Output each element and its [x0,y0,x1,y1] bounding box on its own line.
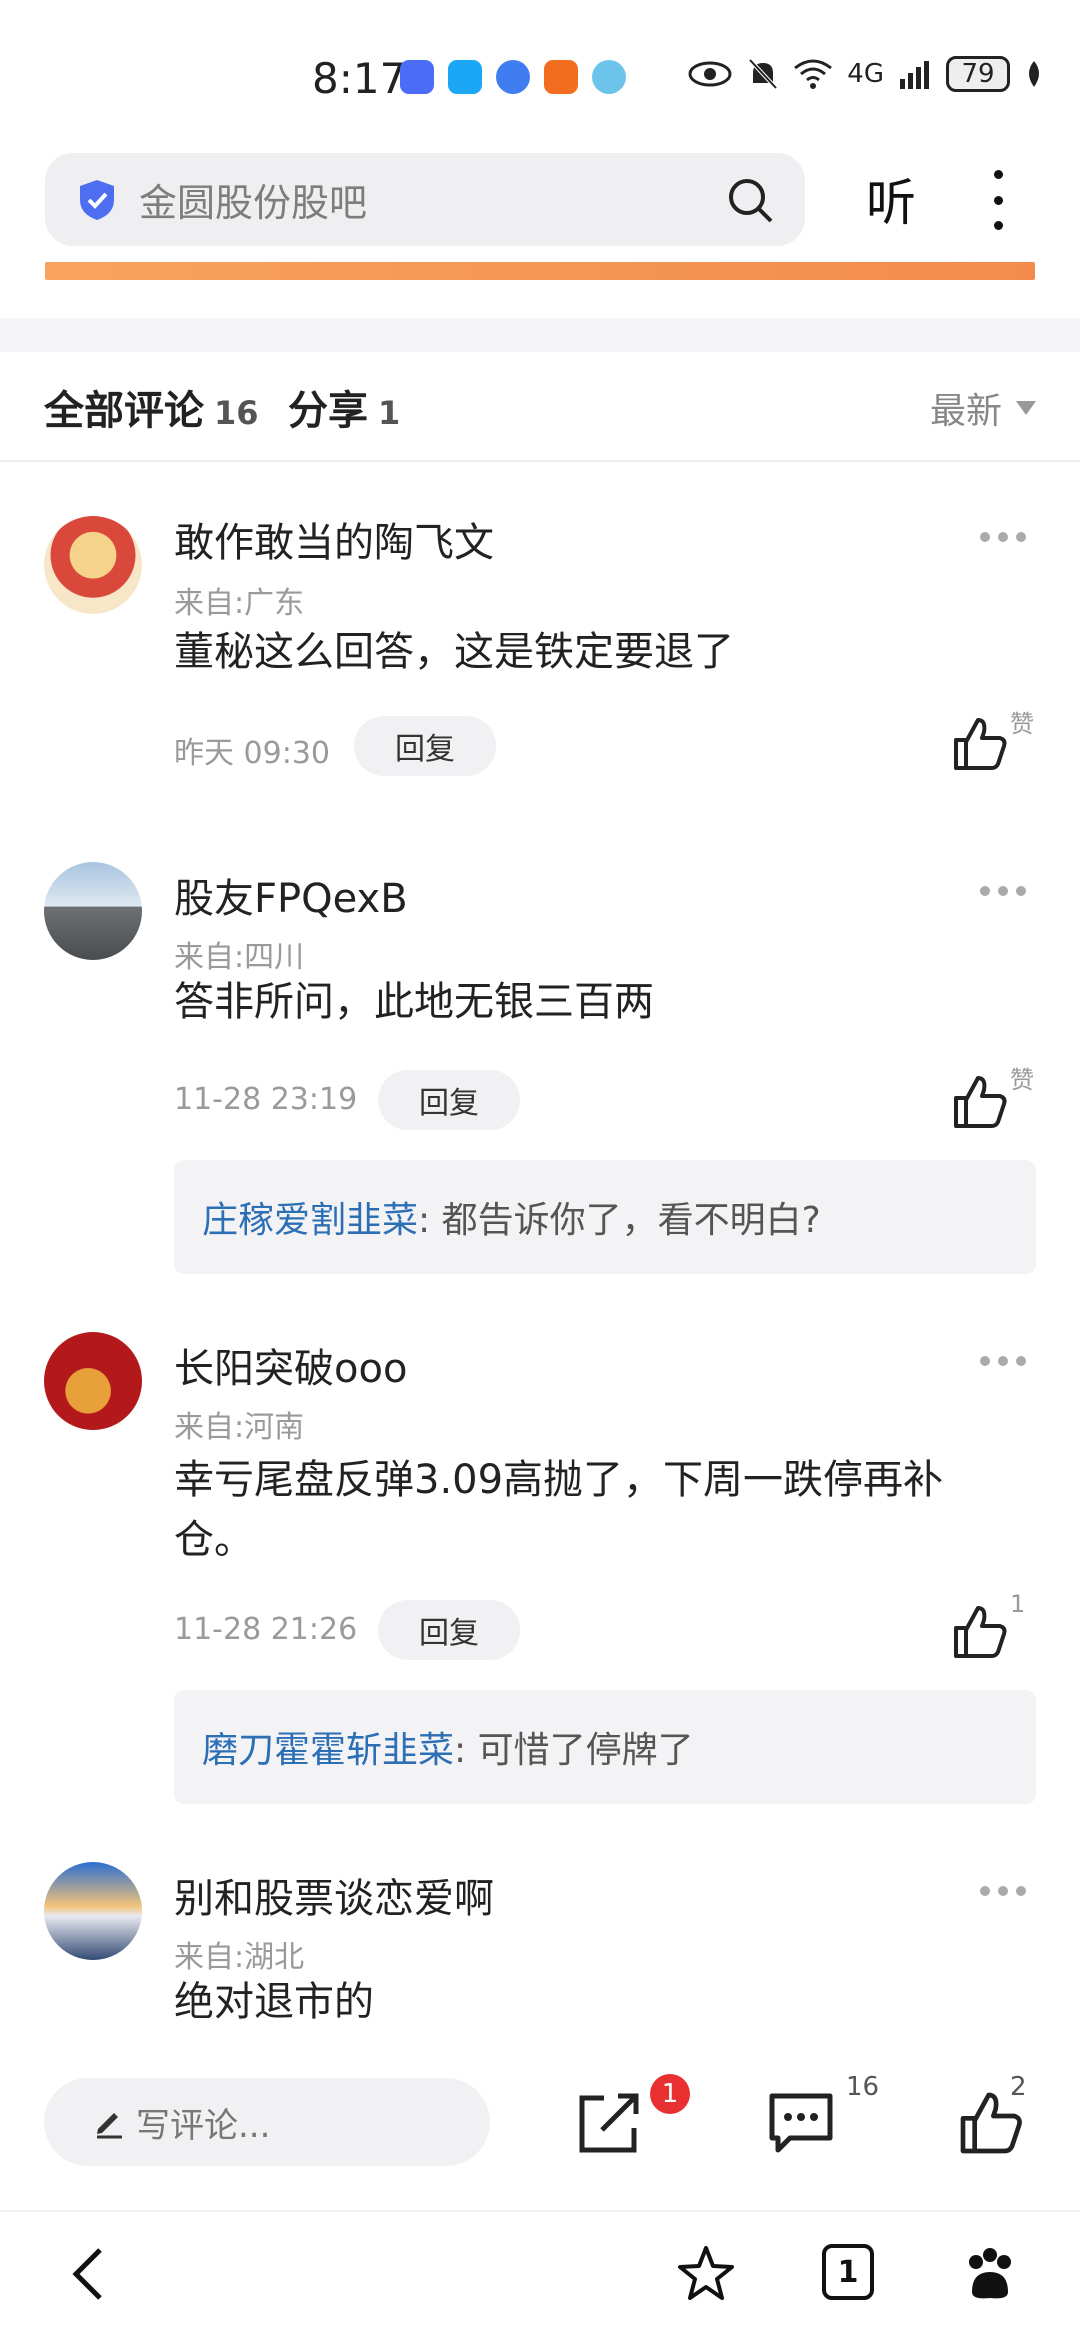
comment-more-icon[interactable] [980,532,1026,542]
comment-text[interactable]: 幸亏尾盘反弹3.09高抛了，下周一跌停再补仓。 [174,1450,1004,1570]
reply-button[interactable]: 回复 [378,1600,520,1660]
avatar[interactable] [44,862,142,960]
tabs-button[interactable]: 1 [822,2244,874,2300]
pencil-icon [97,2113,122,2139]
tab-all-comments[interactable]: 全部评论 16 [44,378,259,436]
listen-button[interactable]: 听 [866,163,916,235]
notification-icons [400,60,626,94]
eye-icon [688,61,732,87]
signal-icon [900,61,929,89]
comment-count: 16 [846,2072,880,2102]
chevron-down-icon [1016,401,1036,415]
comments-header: 全部评论 16 分享 1 最新 [0,352,1080,462]
wifi-icon [794,59,833,89]
section-divider [0,318,1080,352]
avatar[interactable] [44,516,142,614]
comment-username[interactable]: 别和股票谈恋爱啊 [174,1866,494,1924]
search-input[interactable]: 金圆股份股吧 [139,172,725,227]
browser-app-icon [496,60,530,94]
comment-text[interactable]: 董秘这么回答，这是铁定要退了 [174,622,1004,682]
star-icon[interactable] [674,2242,738,2306]
comment-username[interactable]: 长阳突破ooo [174,1336,407,1394]
write-comment-placeholder: 写评论... [136,2105,271,2146]
comment-more-icon[interactable] [980,1886,1026,1896]
battery-indicator: 79 [946,56,1010,92]
avatar[interactable] [44,1332,142,1430]
comment-location: 来自:四川 [174,940,305,975]
avatar[interactable] [44,1862,142,1960]
tab-share-label: 分享 [288,388,368,434]
baidu-paw-icon[interactable] [958,2242,1022,2306]
search-bar[interactable]: 金圆股份股吧 [45,153,805,246]
reply-username[interactable]: 庄稼爱割韭菜 [202,1191,418,1243]
back-icon[interactable] [60,2242,124,2306]
like-label: 赞 [1010,1066,1034,1094]
tab-comments-label: 全部评论 [44,388,204,434]
browser-nav-bar: 1 [0,2210,1080,2340]
tab-share[interactable]: 分享 1 [288,378,400,436]
reply-text: : 都告诉你了，看不明白? [418,1200,821,1241]
network-type: 4G [847,59,884,89]
mascot-app-icon [592,60,626,94]
like-count: 1 [1010,1590,1026,1618]
reply-button[interactable]: 回复 [354,716,496,776]
sort-label: 最新 [929,391,1002,432]
nested-reply[interactable]: 庄稼爱割韭菜: 都告诉你了，看不明白? [174,1160,1036,1274]
leaf-icon [1029,61,1039,87]
share-badge: 1 [650,2074,690,2114]
tab-share-count: 1 [378,394,401,432]
reply-username[interactable]: 磨刀霍霍斩韭菜 [202,1721,454,1773]
comment-time: 11-28 23:19 [174,1082,358,1117]
search-app-icon [448,60,482,94]
comment-time: 11-28 21:26 [174,1612,358,1647]
tab-comments-count: 16 [214,394,259,432]
search-icon[interactable] [725,175,775,225]
write-comment-input[interactable]: 写评论... [44,2078,490,2166]
mute-bell-icon [748,58,778,90]
baidu-app-icon [400,60,434,94]
comment-action-bar: 写评论... 1 16 2 [0,2050,1080,2210]
reply-text: : 可惜了停牌了 [454,1730,694,1771]
comment-more-icon[interactable] [980,886,1026,896]
comment-text[interactable]: 答非所问，此地无银三百两 [174,972,1004,1032]
comment-username[interactable]: 敢作敢当的陶飞文 [174,510,494,568]
banner-strip[interactable] [45,262,1035,280]
comment-time: 昨天 09:30 [174,736,330,771]
shopping-app-icon [544,60,578,94]
status-bar: 8:17 4G 79 [0,0,1080,150]
share-icon[interactable] [574,2088,644,2158]
like-label: 赞 [1010,710,1034,738]
comment-text[interactable]: 绝对退市的 [174,1972,1004,2032]
sort-dropdown[interactable]: 最新 [930,382,1036,434]
comment-location: 来自:湖北 [174,1940,305,1975]
thumbs-up-icon[interactable] [950,1602,1010,1662]
more-menu-icon[interactable] [986,170,1010,230]
shield-icon [80,179,114,220]
comment-location: 来自:广东 [174,586,305,621]
like-count: 2 [1010,2072,1027,2102]
comment-location: 来自:河南 [174,1410,305,1445]
comment-more-icon[interactable] [980,1356,1026,1366]
nested-reply[interactable]: 磨刀霍霍斩韭菜: 可惜了停牌了 [174,1690,1036,1804]
thumbs-up-icon[interactable] [950,1072,1010,1132]
reply-button[interactable]: 回复 [378,1070,520,1130]
comment-username[interactable]: 股友FPQexB [174,866,408,924]
comment-icon[interactable] [766,2088,836,2158]
thumbs-up-icon[interactable] [950,714,1010,774]
status-indicators: 4G 79 [687,56,1044,92]
status-time: 8:17 [312,54,407,103]
